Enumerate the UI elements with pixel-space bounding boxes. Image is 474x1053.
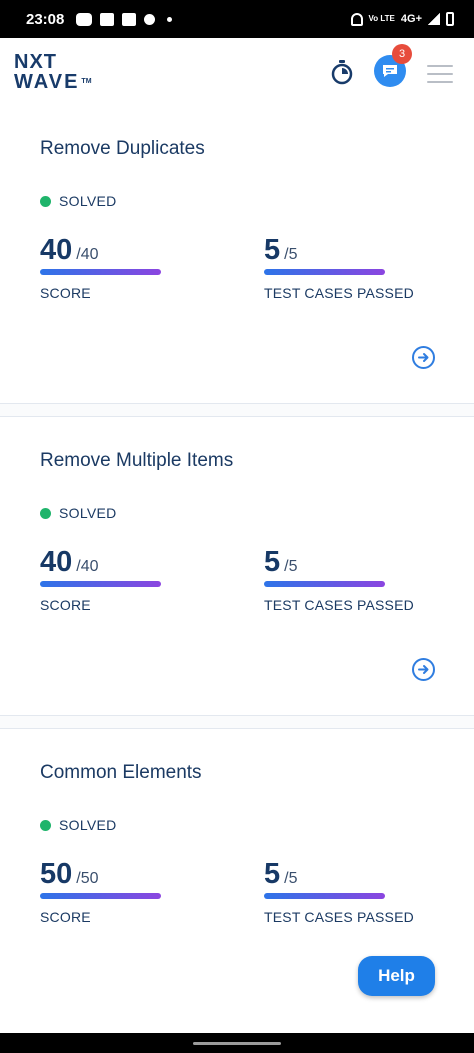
score-value: 50 [40,858,73,890]
app-bar: NXT WAVE TM 3 [0,38,474,111]
score-label: SCORE [40,597,91,613]
tests-value: 5 [264,546,281,578]
youtube-icon [76,12,93,26]
question-card[interactable]: Remove Duplicates SOLVED 40/40 SCORE 5/5… [0,111,474,403]
score-label: SCORE [40,285,91,301]
score-value: 40 [40,234,73,266]
mute-bell-icon [350,12,363,26]
home-gesture-handle[interactable] [193,1042,281,1045]
tests-progress-bar [264,269,385,275]
solved-dot-icon [40,819,51,831]
tests-progress-bar [264,893,385,899]
question-title: Remove Duplicates [40,138,205,159]
open-question-button[interactable] [412,658,435,681]
status-badge: SOLVED [40,193,117,209]
status-label: SOLVED [59,193,117,209]
question-title: Remove Multiple Items [40,450,234,471]
card-divider [0,715,474,729]
system-nav-bar [0,1033,474,1053]
status-badge: SOLVED [40,505,117,521]
score-metric: 40/40 SCORE [40,546,161,613]
arrow-right-icon [418,353,429,362]
tests-label: TEST CASES PASSED [264,909,414,925]
notification-alert-icon [100,12,115,26]
logo-tm: TM [81,78,92,85]
chat-badge: 3 [392,44,412,64]
tests-total: /5 [284,246,298,263]
question-title: Common Elements [40,762,202,783]
tests-metric: 5/5 TEST CASES PASSED [264,546,414,613]
status-time: 23:08 [26,10,65,28]
status-bar: 23:08 Vo LTE 4G+ [0,0,474,38]
document-icon [122,12,137,26]
app-notification-icon [144,13,156,25]
score-total: /40 [76,246,99,263]
solved-dot-icon [40,195,51,207]
score-value: 40 [40,546,73,578]
stopwatch-icon [331,60,353,85]
help-button[interactable]: Help [358,956,435,996]
logo-line1: NXT [14,51,57,73]
tests-total: /5 [284,870,298,887]
network-label: 4G+ [400,13,422,25]
score-total: /50 [76,870,99,887]
chat-icon [383,65,397,77]
tests-metric: 5/5 TEST CASES PASSED [264,858,414,925]
volte-label: Vo LTE [368,14,395,23]
tests-progress-bar [264,581,385,587]
hamburger-menu-button[interactable] [427,65,453,83]
open-question-button[interactable] [412,346,435,369]
signal-icon [428,13,440,25]
nxtwave-logo[interactable]: NXT WAVE TM [14,52,92,92]
score-progress-bar [40,581,161,587]
tests-value: 5 [264,234,281,266]
card-divider [0,403,474,417]
tests-label: TEST CASES PASSED [264,285,414,301]
score-metric: 50/50 SCORE [40,858,161,925]
more-notifications-dot-icon [167,16,173,22]
hamburger-menu-icon [427,65,453,67]
tests-value: 5 [264,858,281,890]
score-progress-bar [40,893,161,899]
score-metric: 40/40 SCORE [40,234,161,301]
status-label: SOLVED [59,817,117,833]
status-right-group: Vo LTE 4G+ [350,12,460,26]
solved-dot-icon [40,507,51,519]
tests-total: /5 [284,558,298,575]
status-label: SOLVED [59,505,117,521]
status-badge: SOLVED [40,817,117,833]
tests-label: TEST CASES PASSED [264,597,414,613]
question-card[interactable]: Remove Multiple Items SOLVED 40/40 SCORE… [0,417,474,715]
arrow-right-icon [418,665,429,674]
battery-icon [446,12,454,26]
score-total: /40 [76,558,99,575]
tests-metric: 5/5 TEST CASES PASSED [264,234,414,301]
stopwatch-button[interactable] [329,59,355,85]
score-label: SCORE [40,909,91,925]
score-progress-bar [40,269,161,275]
logo-line2: WAVE [14,71,80,93]
